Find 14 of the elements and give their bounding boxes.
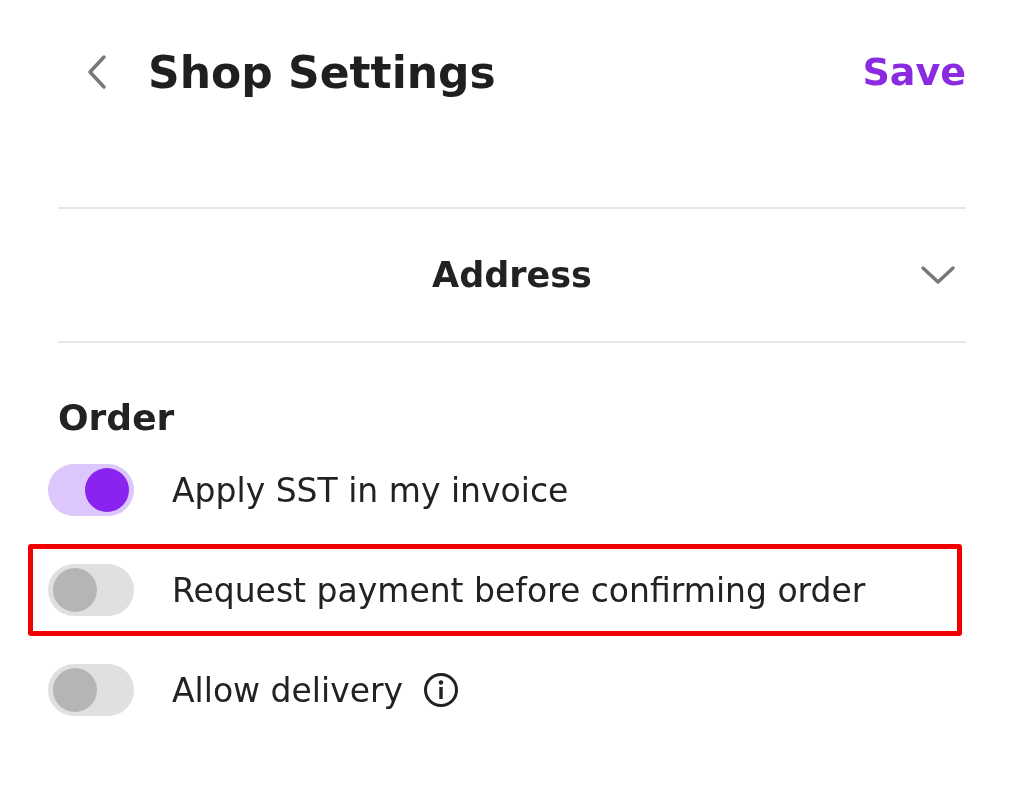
section-title: Address [432, 255, 592, 295]
toggle-switch[interactable] [48, 664, 134, 716]
toggle-switch[interactable] [48, 464, 134, 516]
back-icon [86, 54, 108, 90]
section-heading: Order [58, 397, 176, 438]
toggle-switch[interactable] [48, 564, 134, 616]
option-label: Allow delivery [172, 670, 404, 710]
option-label: Apply SST in my invoice [172, 470, 569, 510]
info-icon[interactable] [423, 672, 460, 708]
address-section[interactable]: Address [58, 209, 966, 341]
chevron-icon [920, 265, 956, 285]
option-label: Request payment before confirming order [172, 570, 866, 610]
page-title: Shop Settings [148, 46, 497, 98]
save-button[interactable]: Save [862, 50, 966, 94]
